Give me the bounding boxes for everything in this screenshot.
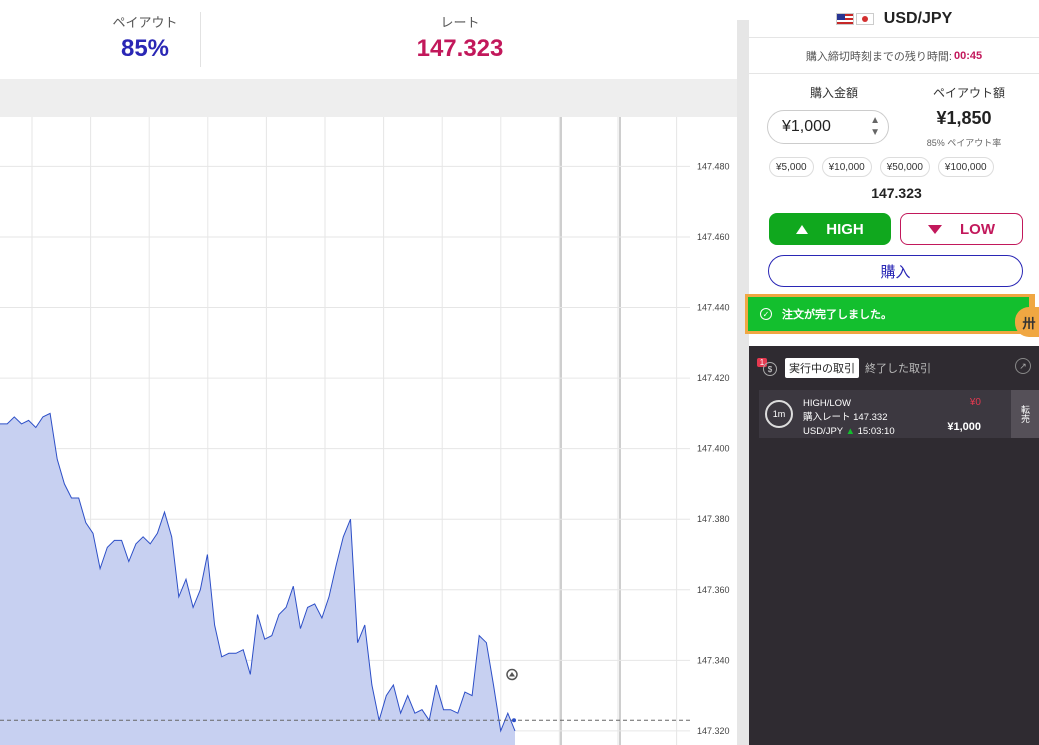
y-tick-label: 147.340	[697, 655, 730, 665]
deadline-time: 00:45	[953, 49, 983, 62]
trade-time: 15:03:10	[857, 426, 895, 437]
y-tick-label: 147.440	[697, 303, 730, 313]
payout-value: 85%	[120, 35, 170, 62]
amount-stepper[interactable]: ▲ ▼	[870, 115, 880, 139]
high-button[interactable]: HIGH	[769, 213, 891, 245]
amount-label: 購入金額	[809, 86, 858, 100]
current-price-dot	[512, 718, 516, 723]
payout-stat: ペイアウト 85%	[90, 12, 200, 63]
trade-payout: ¥0	[969, 397, 981, 408]
order-complete-toast: ✓ 注文が完了しました。	[745, 294, 1035, 334]
down-triangle-icon	[928, 224, 942, 234]
panel-divider	[737, 20, 749, 745]
external-link-icon[interactable]: ↗	[1015, 358, 1031, 374]
payout-amount: ¥1,850	[936, 108, 992, 128]
deadline-info: 購入締切時刻までの残り時間: 00:45	[749, 38, 1039, 74]
amount-value: ¥1,000	[782, 118, 831, 135]
preset-10000-button[interactable]: ¥10,000	[821, 157, 872, 177]
trade-details: HIGH/LOW 購入レート 147.332 USD/JPY ▲ 15:03:1…	[803, 397, 895, 439]
preset-5000-button[interactable]: ¥5,000	[769, 157, 814, 177]
y-tick-label: 147.380	[697, 514, 730, 524]
currency-pair-name: USD/JPY	[883, 9, 953, 27]
trade-pair-line: USD/JPY ▲ 15:03:10	[803, 425, 895, 439]
trade-card[interactable]: 1m HIGH/LOW 購入レート 147.332 USD/JPY ▲ 15:0…	[759, 390, 1011, 438]
jp-flag-icon	[855, 12, 874, 25]
y-tick-label: 147.400	[697, 444, 730, 454]
rate-stat: レート 147.323	[380, 12, 540, 63]
panel-current-rate: 147.323	[871, 185, 922, 201]
trades-badge: 1 $	[757, 358, 779, 378]
coin-icon: $	[763, 362, 777, 376]
price-chart-svg[interactable]: 147.480 147.460 147.440 147.420 147.400 147.3…	[0, 117, 737, 745]
preset-50000-button[interactable]: ¥50,000	[879, 157, 930, 177]
toast-message: 注文が完了しました。	[782, 309, 892, 321]
low-button[interactable]: LOW	[900, 213, 1023, 245]
tab-closed-trades[interactable]: 終了した取引	[865, 360, 931, 376]
preset-100000-button[interactable]: ¥100,000	[937, 157, 994, 177]
stepper-up-icon[interactable]: ▲	[870, 115, 880, 127]
resell-button[interactable]: 転売	[1011, 390, 1039, 438]
up-arrow-icon: ▲	[845, 426, 855, 437]
trade-rate: 購入レート 147.332	[803, 412, 888, 423]
trades-tabs: 1 $ 実行中の取引 終了した取引	[757, 358, 931, 378]
low-label: LOW	[960, 220, 995, 238]
tab-active-trades[interactable]: 実行中の取引	[785, 358, 859, 378]
trade-type: HIGH/LOW	[803, 398, 852, 409]
amount-input[interactable]: ¥1,000 ▲ ▼	[767, 110, 889, 144]
chart-toolbar-band	[0, 80, 737, 117]
buy-button[interactable]: 購入	[768, 255, 1023, 287]
trades-panel: 1 $ 実行中の取引 終了した取引 ↗ 1m HIGH/LOW 購入レート 14…	[749, 346, 1039, 745]
y-tick-label: 147.360	[697, 585, 730, 595]
y-tick-label: 147.480	[697, 161, 730, 171]
trade-amount: ¥1,000	[947, 421, 981, 433]
payout-amount-label: ペイアウト額	[932, 86, 1005, 100]
y-tick-label: 147.460	[697, 232, 730, 242]
currency-pair-header[interactable]: USD/JPY	[749, 0, 1039, 38]
toast-body: ✓ 注文が完了しました。	[748, 297, 1029, 331]
price-chart[interactable]: 147.480 147.460 147.440 147.420 147.400 147.3…	[0, 117, 737, 745]
y-tick-label: 147.320	[697, 726, 730, 736]
side-tab-handle[interactable]: 卅	[1015, 307, 1039, 337]
trade-pair: USD/JPY	[803, 426, 843, 437]
stepper-down-icon[interactable]: ▼	[870, 127, 880, 139]
stats-bar: ペイアウト 85% レート 147.323	[0, 0, 737, 80]
check-circle-icon: ✓	[760, 308, 772, 320]
payout-label: ペイアウト	[112, 15, 178, 30]
high-label: HIGH	[826, 220, 864, 238]
us-flag-icon	[835, 12, 854, 25]
y-tick-label: 147.420	[697, 373, 730, 383]
deadline-label: 購入締切時刻までの残り時間:	[805, 50, 952, 63]
stat-divider	[200, 12, 201, 67]
price-area-fill	[0, 413, 515, 745]
up-triangle-icon	[796, 224, 809, 234]
rate-value: 147.323	[416, 35, 504, 62]
amount-presets: ¥5,000 ¥10,000 ¥50,000 ¥100,000	[769, 157, 994, 177]
payout-rate: 85% ペイアウト率	[926, 138, 1002, 148]
trade-panel: USD/JPY 購入締切時刻までの残り時間: 00:45 購入金額 ペイアウト額…	[745, 0, 1039, 745]
rate-label: レート	[440, 15, 480, 30]
trade-timer: 1m	[765, 400, 793, 428]
